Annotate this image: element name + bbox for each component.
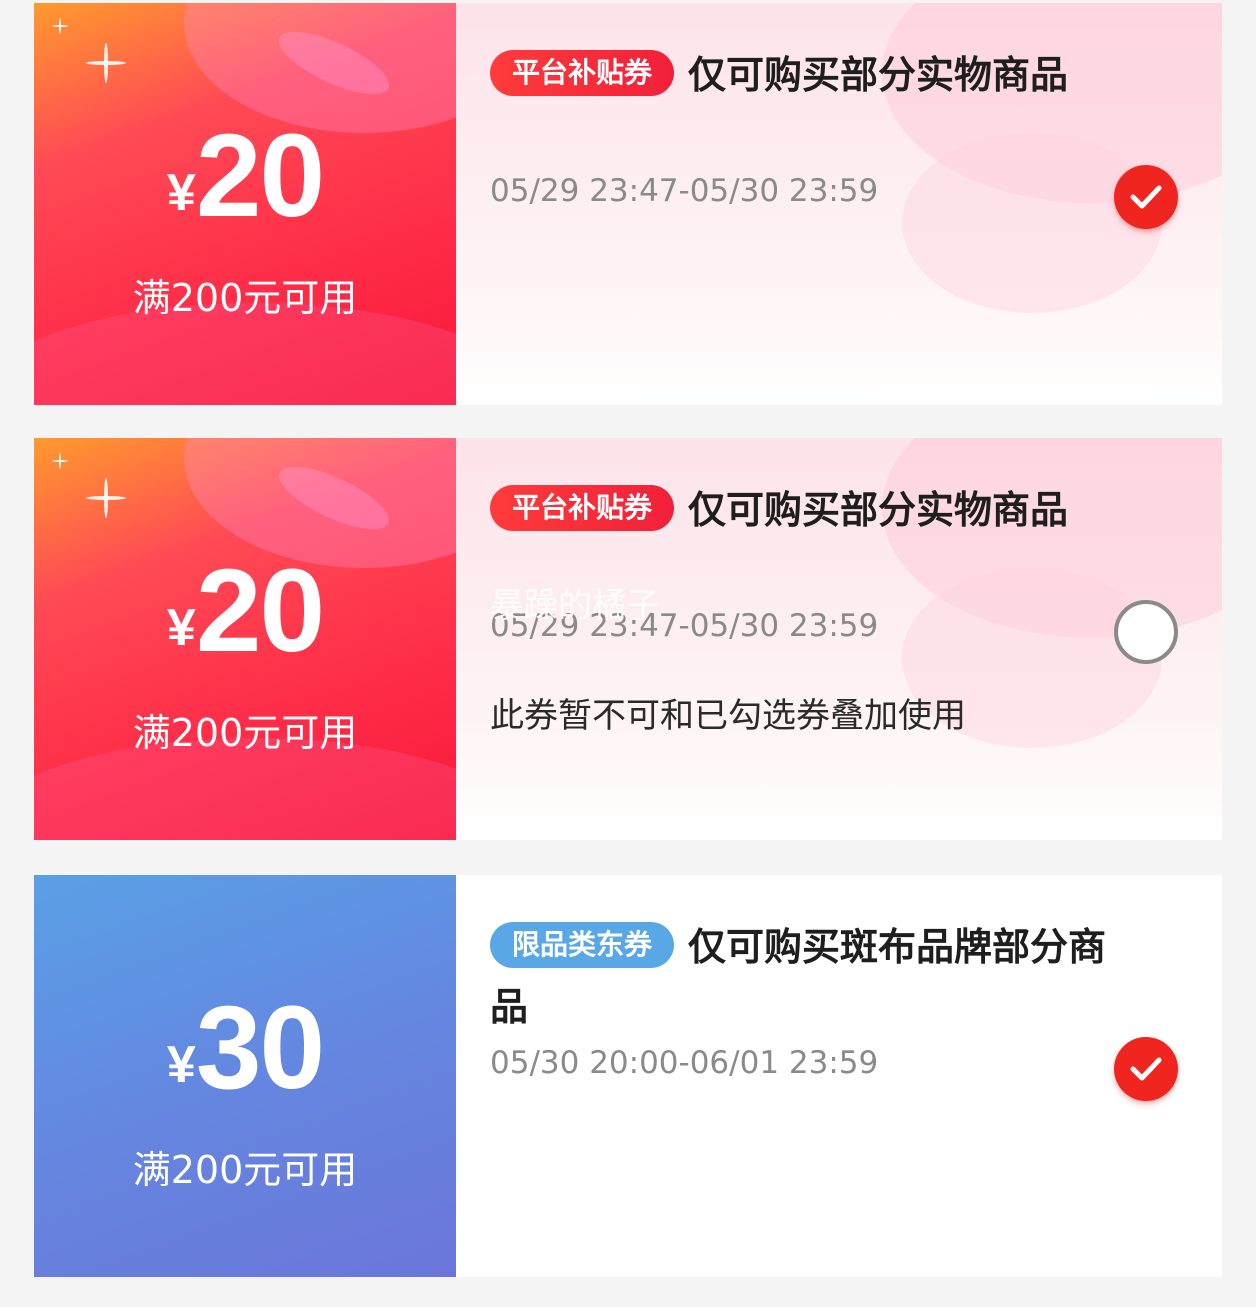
coupon-card[interactable]: ¥20 满200元可用 平台补贴券 仅可购买部分实物商品 暴躁的橘子 05/29 … — [34, 438, 1222, 840]
coupon-card[interactable]: ¥20 满200元可用 平台补贴券 仅可购买部分实物商品 05/29 23:47-… — [34, 3, 1222, 405]
checkmark-icon — [1130, 1057, 1162, 1081]
currency-symbol: ¥ — [166, 599, 196, 657]
coupon-title: 仅可购买部分实物商品 — [688, 53, 1069, 97]
perforated-edge — [34, 438, 40, 840]
decor-glow — [271, 454, 397, 542]
coupon-info-panel: 平台补贴券 仅可购买部分实物商品 暴躁的橘子 05/29 23:47-05/30 … — [456, 438, 1222, 840]
amount-value: 20 — [195, 545, 325, 677]
coupon-list: ¥20 满200元可用 平台补贴券 仅可购买部分实物商品 05/29 23:47-… — [0, 0, 1256, 1307]
coupon-stacking-note: 此券暂不可和已勾选券叠加使用 — [490, 696, 966, 736]
coupon-value-panel: ¥30 满200元可用 — [34, 875, 456, 1277]
coupon-amount: ¥20 — [34, 543, 456, 679]
amount-value: 30 — [195, 982, 325, 1114]
coupon-tag: 平台补贴券 — [490, 50, 675, 96]
sparkle-icon — [52, 18, 68, 34]
currency-symbol: ¥ — [166, 164, 196, 222]
coupon-title: 仅可购买部分实物商品 — [688, 488, 1069, 532]
coupon-title-line: 平台补贴券 仅可购买部分实物商品 — [490, 480, 1130, 540]
decor-glow — [271, 19, 397, 107]
sparkle-icon — [86, 43, 126, 83]
coupon-condition: 满200元可用 — [132, 711, 358, 755]
coupon-card[interactable]: ¥30 满200元可用 限品类东券 仅可购买斑布品牌部分商品 05/30 20:0… — [34, 875, 1222, 1277]
coupon-amount: ¥20 — [34, 108, 456, 244]
coupon-condition: 满200元可用 — [132, 1148, 358, 1192]
decor-wave — [902, 133, 1162, 313]
currency-symbol: ¥ — [166, 1036, 196, 1094]
coupon-condition: 满200元可用 — [132, 276, 358, 320]
checkmark-icon — [1130, 185, 1162, 209]
checkbox-checked[interactable] — [1114, 165, 1178, 229]
checkbox-checked[interactable] — [1114, 1037, 1178, 1101]
coupon-value-panel: ¥20 满200元可用 — [34, 438, 456, 840]
coupon-info-panel: 限品类东券 仅可购买斑布品牌部分商品 05/30 20:00-06/01 23:5… — [456, 875, 1222, 1277]
sparkle-icon — [52, 453, 68, 469]
perforated-edge — [34, 3, 40, 405]
coupon-value-panel: ¥20 满200元可用 — [34, 3, 456, 405]
coupon-amount: ¥30 — [34, 980, 456, 1116]
coupon-tag: 限品类东券 — [490, 922, 675, 968]
coupon-validity: 05/29 23:47-05/30 23:59 — [490, 173, 879, 209]
watermark-text: 暴躁的橘子 — [490, 586, 660, 626]
coupon-tag: 平台补贴券 — [490, 485, 675, 531]
coupon-info-panel: 平台补贴券 仅可购买部分实物商品 05/29 23:47-05/30 23:59 — [456, 3, 1222, 405]
perforated-edge — [34, 875, 40, 1277]
coupon-validity: 05/30 20:00-06/01 23:59 — [490, 1045, 879, 1081]
sparkle-icon — [86, 478, 126, 518]
checkbox-unchecked[interactable] — [1114, 600, 1178, 664]
amount-value: 20 — [195, 110, 325, 242]
coupon-title-line: 限品类东券 仅可购买斑布品牌部分商品 — [490, 917, 1130, 1037]
coupon-title-line: 平台补贴券 仅可购买部分实物商品 — [490, 45, 1130, 105]
